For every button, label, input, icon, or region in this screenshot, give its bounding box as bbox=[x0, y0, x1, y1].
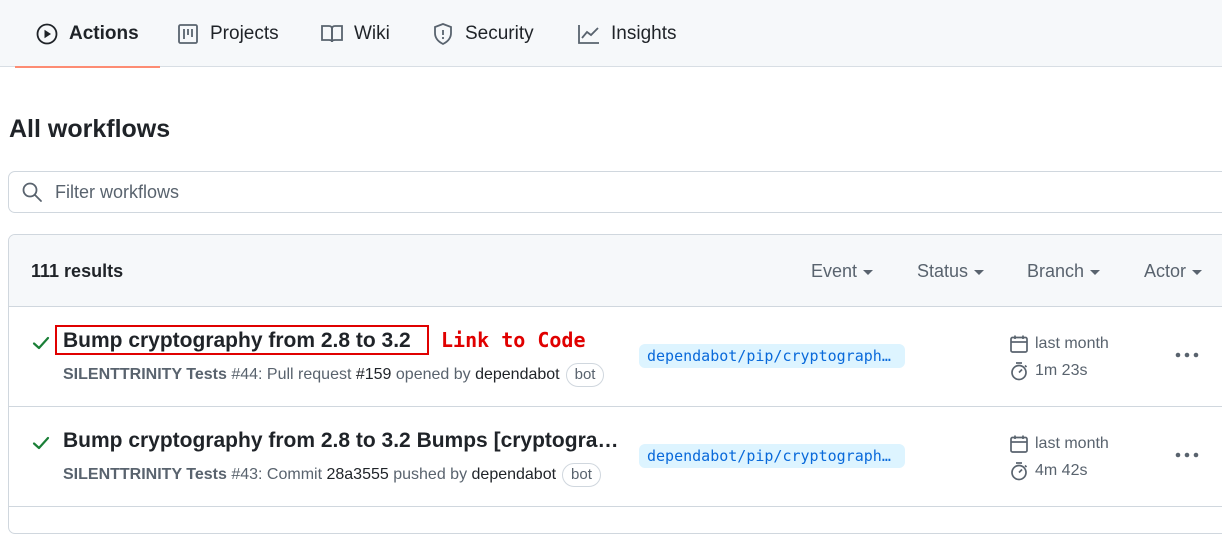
kebab-menu-icon[interactable] bbox=[1173, 343, 1201, 367]
table-row: Bump cryptography from 2.8 to 3.2 Link t… bbox=[9, 307, 1222, 407]
event-text: : Pull request bbox=[258, 366, 356, 383]
branch-filter[interactable]: Branch bbox=[1027, 261, 1101, 282]
tab-wiki[interactable]: Wiki bbox=[320, 0, 390, 67]
tab-projects[interactable]: Projects bbox=[176, 0, 279, 67]
run-meta: SILENTTRINITY Tests #43: Commit 28a3555 … bbox=[63, 463, 601, 487]
actor-filter[interactable]: Actor bbox=[1144, 261, 1203, 282]
stopwatch-icon bbox=[1009, 361, 1029, 381]
date-text: last month bbox=[1035, 335, 1109, 352]
duration-text: 1m 23s bbox=[1035, 362, 1088, 379]
results-count: 111 results bbox=[31, 261, 124, 281]
highlight-box bbox=[55, 325, 429, 355]
book-icon bbox=[320, 22, 344, 46]
actor-link[interactable]: dependabot bbox=[472, 466, 557, 484]
check-icon bbox=[31, 433, 51, 453]
list-header: 111 results Event Status Branch Actor bbox=[9, 235, 1222, 307]
shield-icon bbox=[431, 22, 455, 46]
caret-down-icon bbox=[974, 269, 985, 275]
kebab-menu-icon[interactable] bbox=[1173, 443, 1201, 467]
workflow-runs-list: 111 results Event Status Branch Actor Bu… bbox=[8, 234, 1222, 534]
project-board-icon bbox=[176, 22, 200, 46]
actor-link[interactable]: dependabot bbox=[475, 366, 560, 384]
table-row: Bump cryptography from 2.8 to 3.2 Bumps … bbox=[9, 407, 1222, 507]
run-number: #44 bbox=[231, 366, 259, 383]
run-meta: SILENTTRINITY Tests #44: Pull request #1… bbox=[63, 363, 605, 387]
graph-icon bbox=[577, 22, 601, 46]
duration-text: 4m 42s bbox=[1035, 462, 1088, 479]
branch-link[interactable]: dependabot/pip/cryptography-3.2 bbox=[639, 444, 905, 468]
branch-filter-label: Branch bbox=[1027, 261, 1085, 281]
tab-label: Wiki bbox=[354, 22, 390, 44]
run-date: last month bbox=[1009, 334, 1109, 354]
run-date: last month bbox=[1009, 434, 1109, 454]
caret-down-icon bbox=[1090, 269, 1101, 275]
calendar-icon bbox=[1009, 434, 1029, 454]
bot-label: bot bbox=[565, 363, 605, 387]
event-filter-label: Event bbox=[811, 261, 858, 281]
tab-label: Insights bbox=[611, 22, 677, 44]
branch-link[interactable]: dependabot/pip/cryptography-3.2 bbox=[639, 344, 905, 368]
page-title: All workflows bbox=[9, 115, 171, 143]
caret-down-icon bbox=[1192, 269, 1203, 275]
action-text: pushed by bbox=[388, 466, 472, 483]
search-icon bbox=[21, 181, 43, 203]
tab-label: Projects bbox=[210, 22, 279, 44]
actor-filter-label: Actor bbox=[1144, 261, 1187, 281]
tab-actions[interactable]: Actions bbox=[15, 0, 160, 68]
date-text: last month bbox=[1035, 435, 1109, 452]
commit-link[interactable]: 28a3555 bbox=[326, 466, 388, 484]
workflow-name: SILENTTRINITY Tests bbox=[63, 466, 227, 483]
stopwatch-icon bbox=[1009, 461, 1029, 481]
tab-insights[interactable]: Insights bbox=[577, 0, 676, 67]
action-text: opened by bbox=[391, 366, 476, 383]
tab-label: Actions bbox=[69, 22, 139, 44]
status-filter[interactable]: Status bbox=[917, 261, 985, 282]
filter-input[interactable] bbox=[53, 180, 957, 204]
run-duration: 1m 23s bbox=[1009, 361, 1087, 381]
run-number: #43 bbox=[231, 466, 259, 483]
calendar-icon bbox=[1009, 334, 1029, 354]
repo-nav: Actions Projects Wiki Security Insights bbox=[0, 0, 1222, 68]
play-icon bbox=[35, 22, 59, 46]
run-title-link[interactable]: Bump cryptography from 2.8 to 3.2 Bumps … bbox=[63, 429, 619, 453]
annotation-label: Link to Code bbox=[441, 328, 586, 352]
workflow-name: SILENTTRINITY Tests bbox=[63, 366, 227, 383]
check-icon bbox=[31, 333, 51, 353]
caret-down-icon bbox=[863, 269, 874, 275]
event-text: : Commit bbox=[258, 466, 327, 483]
event-filter[interactable]: Event bbox=[811, 261, 874, 282]
tab-label: Security bbox=[465, 22, 534, 44]
bot-label: bot bbox=[562, 463, 601, 487]
run-duration: 4m 42s bbox=[1009, 461, 1087, 481]
pr-link[interactable]: #159 bbox=[356, 366, 392, 384]
tab-security[interactable]: Security bbox=[431, 0, 534, 67]
status-filter-label: Status bbox=[917, 261, 969, 281]
filter-workflows bbox=[8, 171, 1222, 213]
